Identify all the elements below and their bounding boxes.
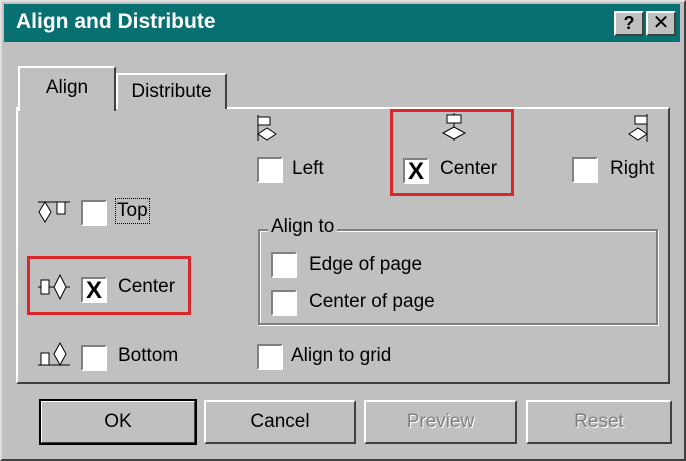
preview-button[interactable]: Preview: [364, 400, 517, 444]
ok-button[interactable]: OK: [39, 399, 197, 445]
center-of-page-label: Center of page: [309, 291, 435, 312]
left-checkbox[interactable]: [257, 157, 283, 183]
top-checkbox[interactable]: [81, 200, 107, 226]
align-left-icon: [257, 115, 277, 141]
edge-of-page-label: Edge of page: [309, 254, 423, 275]
tab-align-label: Align: [45, 77, 89, 98]
tab-distribute-label: Distribute: [131, 81, 212, 102]
center-of-page-checkbox[interactable]: [271, 290, 297, 316]
right-label: Right: [610, 158, 655, 179]
align-to-grid-label: Align to grid: [291, 345, 392, 366]
align-to-grid-checkbox[interactable]: [257, 344, 283, 370]
align-to-title: Align to: [268, 216, 338, 238]
top-label: Top: [115, 198, 150, 224]
window-title: Align and Distribute: [16, 10, 216, 33]
highlight-center-h: [390, 109, 514, 196]
tab-distribute[interactable]: Distribute: [116, 73, 227, 109]
close-button[interactable]: ✕: [646, 11, 676, 36]
left-label: Left: [292, 158, 324, 179]
align-top-icon: [38, 201, 70, 223]
tab-align[interactable]: Align: [18, 66, 116, 111]
cancel-button[interactable]: Cancel: [204, 400, 356, 444]
edge-of-page-checkbox[interactable]: [271, 252, 297, 278]
align-right-icon: [628, 114, 648, 142]
help-button[interactable]: ?: [614, 11, 644, 36]
align-bottom-icon: [38, 342, 70, 367]
bottom-label: Bottom: [118, 345, 179, 366]
title-bar[interactable]: Align and Distribute ? ✕: [4, 4, 680, 42]
highlight-center-v: [27, 256, 191, 315]
reset-button[interactable]: Reset: [526, 400, 672, 444]
bottom-checkbox[interactable]: [81, 345, 107, 371]
right-checkbox[interactable]: [572, 157, 598, 183]
